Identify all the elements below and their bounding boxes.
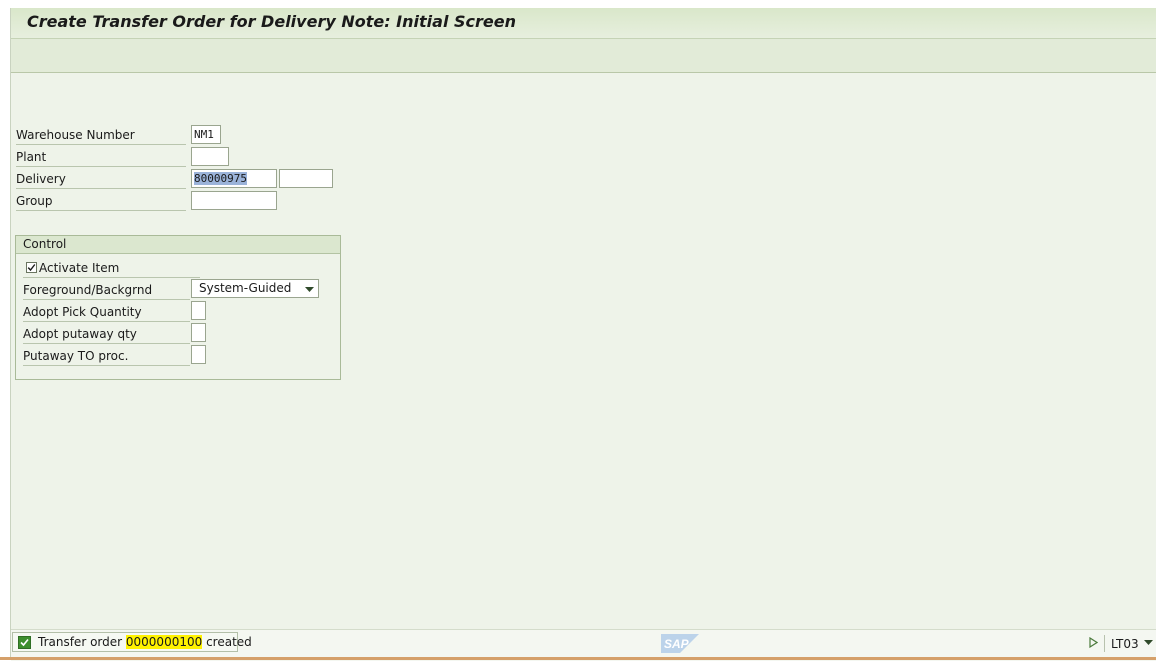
- status-message-suffix: created: [202, 635, 252, 649]
- status-message-prefix: Transfer order: [38, 635, 126, 649]
- delivery-field-selection: 80000975: [194, 172, 247, 185]
- foreground-dropdown-value: System-Guided: [199, 281, 292, 295]
- plant-label: Plant: [16, 147, 186, 167]
- success-check-icon: [18, 636, 31, 649]
- adopt-pick-quantity-label: Adopt Pick Quantity: [23, 302, 190, 322]
- play-icon[interactable]: [1089, 637, 1098, 648]
- delivery-second-field[interactable]: [279, 169, 333, 188]
- transaction-info: LT03: [1087, 634, 1156, 654]
- title-bar: Create Transfer Order for Delivery Note:…: [11, 8, 1156, 39]
- control-group-box: Control Activate Item Foreground/Backgrn…: [15, 235, 341, 380]
- plant-field[interactable]: [191, 147, 229, 166]
- svg-text:SAP: SAP: [664, 637, 690, 651]
- activate-item-label: Activate Item: [39, 261, 120, 275]
- chevron-down-icon: [305, 287, 314, 292]
- warehouse-number-label: Warehouse Number: [16, 125, 186, 145]
- control-group-header: Control: [16, 236, 340, 254]
- putaway-to-proc-label: Putaway TO proc.: [23, 346, 190, 366]
- delivery-label: Delivery: [16, 169, 186, 189]
- foreground-label: Foreground/Backgrnd: [23, 280, 190, 300]
- adopt-pick-quantity-field[interactable]: [191, 301, 206, 320]
- status-message-text: Transfer order 0000000100 created: [38, 635, 252, 649]
- application-toolbar: [11, 39, 1156, 73]
- page-title: Create Transfer Order for Delivery Note:…: [27, 12, 516, 31]
- sap-logo: SAP: [661, 634, 699, 653]
- transaction-code: LT03: [1111, 637, 1139, 651]
- sap-window: Create Transfer Order for Delivery Note:…: [10, 8, 1156, 661]
- activate-item-row: Activate Item: [23, 258, 200, 278]
- transfer-order-number: 0000000100: [125, 635, 203, 649]
- control-group-title: Control: [23, 237, 67, 251]
- group-label: Group: [16, 191, 186, 211]
- activate-item-checkbox[interactable]: [26, 262, 37, 273]
- group-field[interactable]: [191, 191, 277, 210]
- chevron-down-icon[interactable]: [1144, 640, 1153, 645]
- adopt-putaway-qty-field[interactable]: [191, 323, 206, 342]
- foreground-dropdown[interactable]: System-Guided: [191, 279, 319, 298]
- warehouse-number-field[interactable]: NM1: [191, 125, 221, 144]
- adopt-putaway-qty-label: Adopt putaway qty: [23, 324, 190, 344]
- status-message[interactable]: Transfer order 0000000100 created: [12, 632, 252, 652]
- checkmark-icon: [27, 264, 36, 272]
- delivery-field[interactable]: 80000975: [191, 169, 277, 188]
- putaway-to-proc-field[interactable]: [191, 345, 206, 364]
- separator: [1104, 635, 1105, 652]
